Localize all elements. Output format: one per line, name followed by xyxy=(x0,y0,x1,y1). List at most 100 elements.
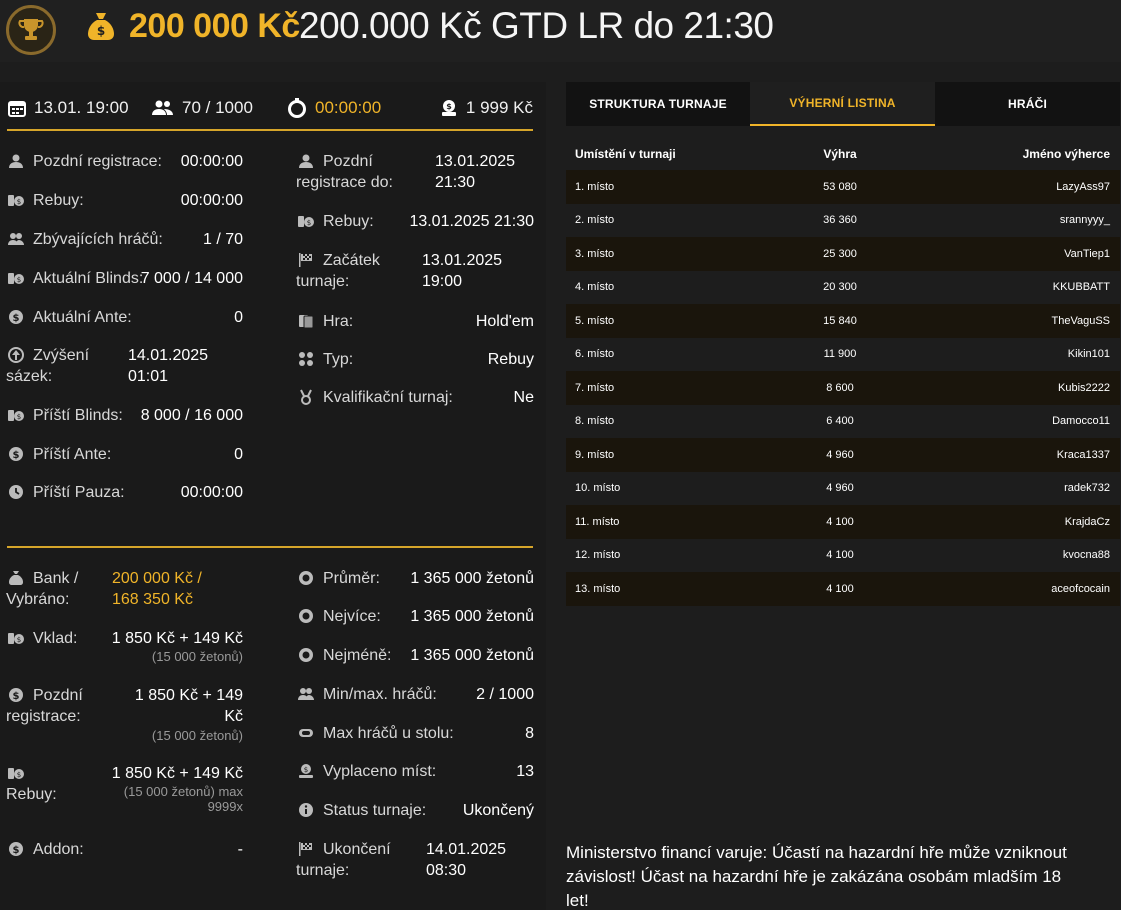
chips-icon: $ xyxy=(8,410,24,421)
chip-icon xyxy=(299,571,313,585)
coin-icon: $ xyxy=(9,688,23,702)
medal-icon xyxy=(300,389,312,405)
winners-table: Umístění v turnaji Výhra Jméno výherce 1… xyxy=(566,137,1120,606)
info-row-min-max-players: Min/max. hráčů: 2 / 1000 xyxy=(298,684,534,706)
tournament-info-panel: 13.01. 19:00 70 / 1000 00:00:00 $ 1 999 … xyxy=(0,82,546,910)
tournament-title: 200.000 Kč GTD LR do 21:30 xyxy=(299,5,774,46)
table-row: 7. místo 8 600 Kubis2222 xyxy=(566,371,1120,405)
chips-icon: $ xyxy=(8,273,24,284)
checkered-flag-icon xyxy=(299,842,312,856)
chips-icon: $ xyxy=(8,195,24,206)
users-icon xyxy=(152,100,173,115)
svg-text:$: $ xyxy=(17,636,21,644)
svg-text:$: $ xyxy=(307,219,311,227)
calendar-icon xyxy=(8,101,26,117)
info-row-status: Status turnaje: Ukončený xyxy=(298,800,534,822)
card-suits-icon xyxy=(299,352,313,366)
users-icon xyxy=(8,233,24,245)
svg-text:$: $ xyxy=(17,198,21,206)
info-icon xyxy=(299,803,313,817)
info-row-max-per-table: Max hráčů u stolu: 8 xyxy=(298,723,534,745)
chips-icon: $ xyxy=(8,768,24,779)
gambling-warning: Ministerstvo financí varuje: Účastí na h… xyxy=(566,843,1067,910)
table-row: 11. místo 4 100 KrajdaCz xyxy=(566,505,1120,539)
users-icon xyxy=(298,688,314,700)
info-row-qualifier: Kvalifikační turnaj: Ne xyxy=(298,387,534,409)
chips-icon: $ xyxy=(8,633,24,644)
money-icon: $ xyxy=(441,100,456,116)
tab-bar: STRUKTURA TURNAJE VÝHERNÍ LISTINA HRÁČI xyxy=(566,82,1120,126)
svg-text:$: $ xyxy=(13,450,20,461)
table-icon xyxy=(299,729,313,737)
countdown-timer: 00:00:00 xyxy=(287,98,381,118)
table-row: 12. místo 4 100 kvocna88 xyxy=(566,538,1120,572)
table-row: 8. místo 6 400 Damocco11 xyxy=(566,404,1120,438)
checkered-flag-icon xyxy=(299,253,312,267)
svg-text:$: $ xyxy=(13,313,20,324)
column-header-prize: Výhra xyxy=(823,146,857,161)
table-row: 10. místo 4 960 radek732 xyxy=(566,471,1120,505)
money-bag-icon: $ xyxy=(88,13,114,40)
money-hand-icon: $ xyxy=(299,764,313,778)
info-row-rebuy-price: $ Rebuy: 1 850 Kč + 149 Kč (15 000 žeton… xyxy=(6,765,243,814)
info-row-tournament-start: Začátek turnaje: 13.01.2025 19:00 xyxy=(296,252,503,290)
coin-icon: $ xyxy=(9,310,23,324)
table-row: 1. místo 53 080 LazyAss97 xyxy=(566,170,1120,204)
tab-players[interactable]: HRÁČI xyxy=(935,82,1120,126)
svg-text:$: $ xyxy=(13,845,20,856)
info-row-remaining-players: Zbývajících hráčů: 1 / 70 xyxy=(8,229,243,251)
info-row-average: Průměr: 1 365 000 žetonů xyxy=(298,568,534,590)
chip-icon xyxy=(299,648,313,662)
info-row-bank: Bank / Vybráno: 200 000 Kč / 168 350 Kč xyxy=(6,570,202,608)
user-icon xyxy=(9,154,23,168)
players-count: 70 / 1000 xyxy=(152,98,253,118)
divider xyxy=(7,546,533,548)
table-row: 4. místo 20 300 KKUBBATT xyxy=(566,270,1120,304)
user-icon xyxy=(299,154,313,168)
svg-text:$: $ xyxy=(13,691,20,702)
info-row-paid-places: $ Vyplaceno míst: 13 xyxy=(298,761,534,783)
prize-amount: 200 000 Kč xyxy=(129,7,300,45)
column-header-winner: Jméno výherce xyxy=(1022,146,1110,161)
info-row-late-registration-price: $ Pozdní registrace: 1 850 Kč + 149 Kč (… xyxy=(6,687,243,743)
table-row: 3. místo 25 300 VanTiep1 xyxy=(566,237,1120,271)
table-header: Umístění v turnaji Výhra Jméno výherce xyxy=(566,137,1120,170)
info-row-next-ante: $ Příští Ante: 0 xyxy=(8,444,243,466)
chip-icon xyxy=(299,609,313,623)
divider xyxy=(7,129,533,131)
svg-text:$: $ xyxy=(17,413,21,421)
column-header-place: Umístění v turnaji xyxy=(575,146,676,161)
buyin-price: $ 1 999 Kč xyxy=(440,98,533,118)
coin-icon: $ xyxy=(9,842,23,856)
info-row-late-registration: Pozdní registrace: 00:00:00 xyxy=(8,151,243,173)
info-row-least: Nejméně: 1 365 000 žetonů xyxy=(298,645,534,667)
info-row-late-registration-until: Pozdní registrace do: 13.01.2025 21:30 xyxy=(296,153,516,191)
cards-icon xyxy=(299,315,314,329)
svg-text:$: $ xyxy=(17,771,21,779)
coin-icon: $ xyxy=(9,447,23,461)
svg-text:$: $ xyxy=(446,102,452,111)
svg-text:$: $ xyxy=(304,766,308,774)
info-row-blind-increase: Zvýšení sázek: 14.01.2025 01:01 xyxy=(6,347,209,385)
table-row: 13. místo 4 100 aceofcocain xyxy=(566,572,1120,606)
info-row-most: Nejvíce: 1 365 000 žetonů xyxy=(298,606,534,628)
table-row: 5. místo 15 840 TheVaguSS xyxy=(566,304,1120,338)
info-row-rebuy: $ Rebuy: 00:00:00 xyxy=(8,190,243,212)
info-row-current-ante: $ Aktuální Ante: 0 xyxy=(8,307,243,329)
info-row-deposit: $ Vklad: 1 850 Kč + 149 Kč (15 000 žeton… xyxy=(8,628,243,668)
tab-winners[interactable]: VÝHERNÍ LISTINA xyxy=(750,82,935,126)
tab-structure[interactable]: STRUKTURA TURNAJE xyxy=(566,82,750,126)
clock-icon xyxy=(9,485,23,499)
svg-text:$: $ xyxy=(97,24,105,38)
header: $ 200 000 Kč 200.000 Kč GTD LR do 21:30 xyxy=(0,0,1121,62)
money-bag-icon xyxy=(9,571,23,585)
info-row-next-blinds: $ Příští Blinds: 8 000 / 16 000 xyxy=(8,405,243,427)
table-row: 6. místo 11 900 Kikin101 xyxy=(566,337,1120,371)
start-date: 13.01. 19:00 xyxy=(8,98,129,118)
info-row-type: Typ: Rebuy xyxy=(298,349,534,371)
info-row-game: Hra: Hold'em xyxy=(298,311,534,333)
trophy-logo-icon xyxy=(6,5,56,55)
chips-icon: $ xyxy=(298,216,314,227)
info-row-next-break: Příští Pauza: 00:00:00 xyxy=(8,482,243,504)
top-stats: 13.01. 19:00 70 / 1000 00:00:00 $ 1 999 … xyxy=(0,82,546,130)
